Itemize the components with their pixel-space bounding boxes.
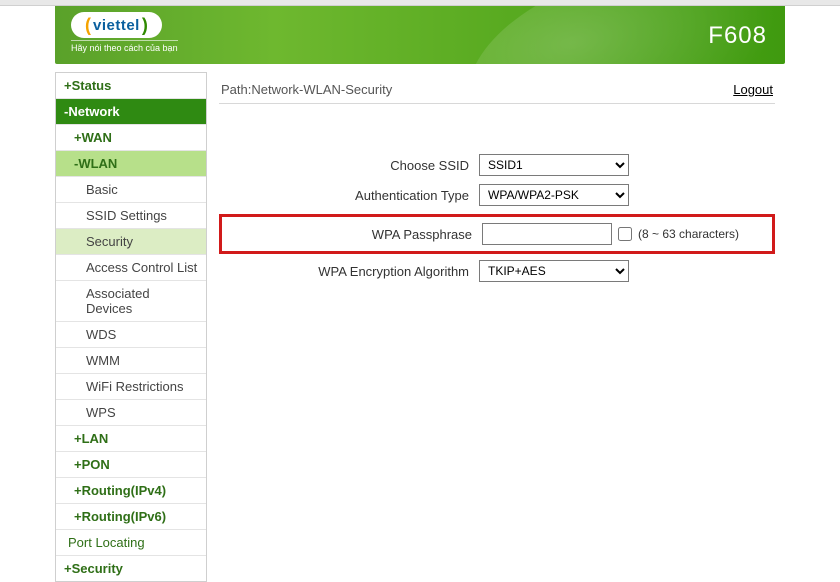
sidebar-item-network[interactable]: -Network: [56, 99, 206, 125]
sidebar-item-pon[interactable]: +PON: [56, 452, 206, 478]
sidebar-item-wan[interactable]: +WAN: [56, 125, 206, 151]
sidebar-item-routing-ipv4[interactable]: +Routing(IPv4): [56, 478, 206, 504]
brand-text: viettel: [93, 17, 140, 34]
logout-link[interactable]: Logout: [733, 82, 773, 97]
breadcrumb-row: Path:Network-WLAN-Security Logout: [219, 78, 775, 104]
breadcrumb-prefix: Path:: [221, 82, 251, 97]
label-wpa-algorithm: WPA Encryption Algorithm: [219, 264, 479, 279]
label-choose-ssid: Choose SSID: [219, 158, 479, 173]
sidebar-item-security-main[interactable]: +Security: [56, 556, 206, 581]
page: viettel Hãy nói theo cách của bạn F608 +…: [0, 0, 840, 500]
sidebar-item-basic[interactable]: Basic: [56, 177, 206, 203]
row-choose-ssid: Choose SSID SSID1: [219, 154, 775, 176]
sidebar-item-acl[interactable]: Access Control List: [56, 255, 206, 281]
breadcrumb: Path:Network-WLAN-Security: [221, 82, 392, 97]
hint-passphrase: (8 ~ 63 characters): [638, 227, 739, 241]
sidebar-item-port-locating[interactable]: Port Locating: [56, 530, 206, 556]
body: +Status -Network +WAN -WLAN Basic SSID S…: [55, 72, 785, 582]
sidebar-item-wds[interactable]: WDS: [56, 322, 206, 348]
logo-area: viettel Hãy nói theo cách của bạn: [71, 12, 178, 53]
sidebar-item-lan[interactable]: +LAN: [56, 426, 206, 452]
select-wpa-algorithm[interactable]: TKIP+AES: [479, 260, 629, 282]
label-auth-type: Authentication Type: [219, 188, 479, 203]
select-auth-type[interactable]: WPA/WPA2-PSK: [479, 184, 629, 206]
label-wpa-passphrase: WPA Passphrase: [222, 227, 482, 242]
sidebar-item-ssid-settings[interactable]: SSID Settings: [56, 203, 206, 229]
row-wpa-passphrase: WPA Passphrase (8 ~ 63 characters): [219, 214, 775, 254]
sidebar-item-wlan[interactable]: -WLAN: [56, 151, 206, 177]
form-area: Choose SSID SSID1 Authentication Type WP…: [219, 154, 775, 282]
sidebar-item-wps[interactable]: WPS: [56, 400, 206, 426]
input-wpa-passphrase[interactable]: [482, 223, 612, 245]
sidebar: +Status -Network +WAN -WLAN Basic SSID S…: [55, 72, 207, 582]
breadcrumb-path: Network-WLAN-Security: [251, 82, 392, 97]
row-wpa-algorithm: WPA Encryption Algorithm TKIP+AES: [219, 260, 775, 282]
sidebar-item-wmm[interactable]: WMM: [56, 348, 206, 374]
model-label: F608: [708, 22, 767, 50]
sidebar-item-associated-devices[interactable]: Associated Devices: [56, 281, 206, 322]
sidebar-item-wifi-restrictions[interactable]: WiFi Restrictions: [56, 374, 206, 400]
brand-logo: viettel: [71, 12, 162, 38]
sidebar-item-security[interactable]: Security: [56, 229, 206, 255]
select-choose-ssid[interactable]: SSID1: [479, 154, 629, 176]
main-content: Path:Network-WLAN-Security Logout Choose…: [207, 72, 785, 582]
brand-tagline: Hãy nói theo cách của bạn: [71, 40, 178, 53]
checkbox-show-passphrase[interactable]: [618, 227, 632, 241]
sidebar-item-routing-ipv6[interactable]: +Routing(IPv6): [56, 504, 206, 530]
sidebar-item-status[interactable]: +Status: [56, 73, 206, 99]
header-banner: viettel Hãy nói theo cách của bạn F608: [55, 6, 785, 64]
row-auth-type: Authentication Type WPA/WPA2-PSK: [219, 184, 775, 206]
